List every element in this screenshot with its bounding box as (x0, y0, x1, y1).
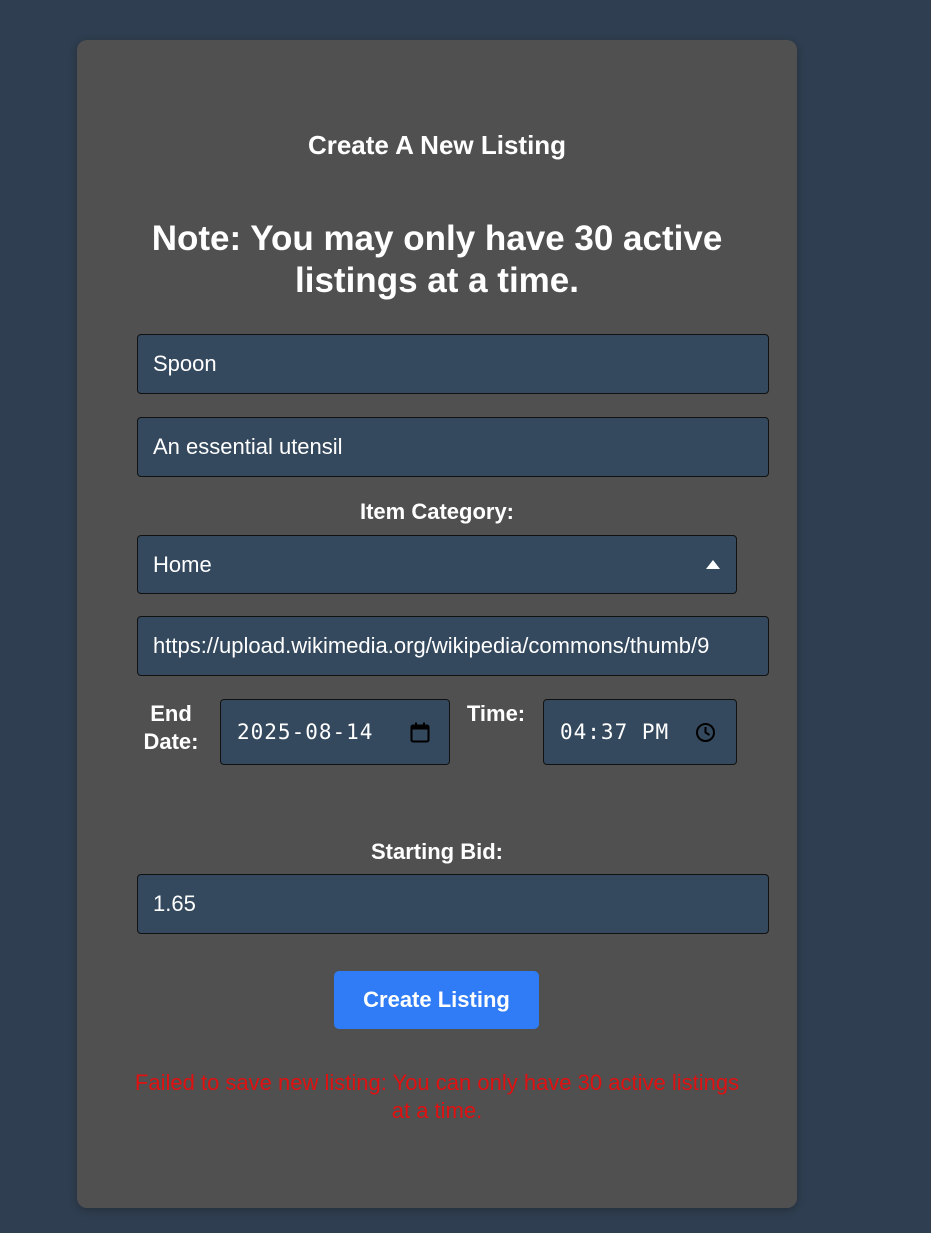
category-select[interactable]: Home (137, 535, 737, 594)
starting-bid-label: Starting Bid: (371, 839, 503, 864)
end-date-label: End Date: (137, 700, 205, 756)
item-name-input[interactable]: Spoon (137, 334, 769, 394)
create-listing-card: Create A New Listing Note: You may only … (77, 40, 797, 1208)
clock-icon[interactable] (695, 722, 716, 743)
end-date-input[interactable]: 2025-08-14 (220, 699, 450, 765)
image-url-value: https://upload.wikimedia.org/wikipedia/c… (153, 633, 710, 658)
category-selected-value: Home (153, 551, 212, 577)
description-input[interactable]: An essential utensil (137, 417, 769, 477)
description-value: An essential utensil (153, 434, 343, 459)
starting-bid-input[interactable]: 1.65 (137, 874, 769, 934)
category-label: Item Category: (359, 499, 515, 524)
image-url-input[interactable]: https://upload.wikimedia.org/wikipedia/c… (137, 616, 769, 676)
caret-up-icon (706, 560, 720, 569)
page-title: Create A New Listing (307, 130, 567, 160)
starting-bid-value: 1.65 (153, 891, 196, 916)
end-date-label-line1: End (150, 701, 192, 726)
item-name-value: Spoon (153, 351, 217, 376)
end-date-label-line2: Date: (143, 729, 199, 754)
end-date-value: 2025-08-14 (237, 720, 374, 744)
listing-limit-note: Note: You may only have 30 active listin… (151, 219, 723, 300)
error-message: Failed to save new listing: You can only… (134, 1070, 740, 1123)
time-value: 04:37 PM (560, 720, 670, 744)
calendar-icon[interactable] (410, 722, 430, 743)
time-input[interactable]: 04:37 PM (543, 699, 737, 765)
time-label: Time: (466, 701, 526, 726)
create-listing-button[interactable]: Create Listing (334, 971, 539, 1029)
